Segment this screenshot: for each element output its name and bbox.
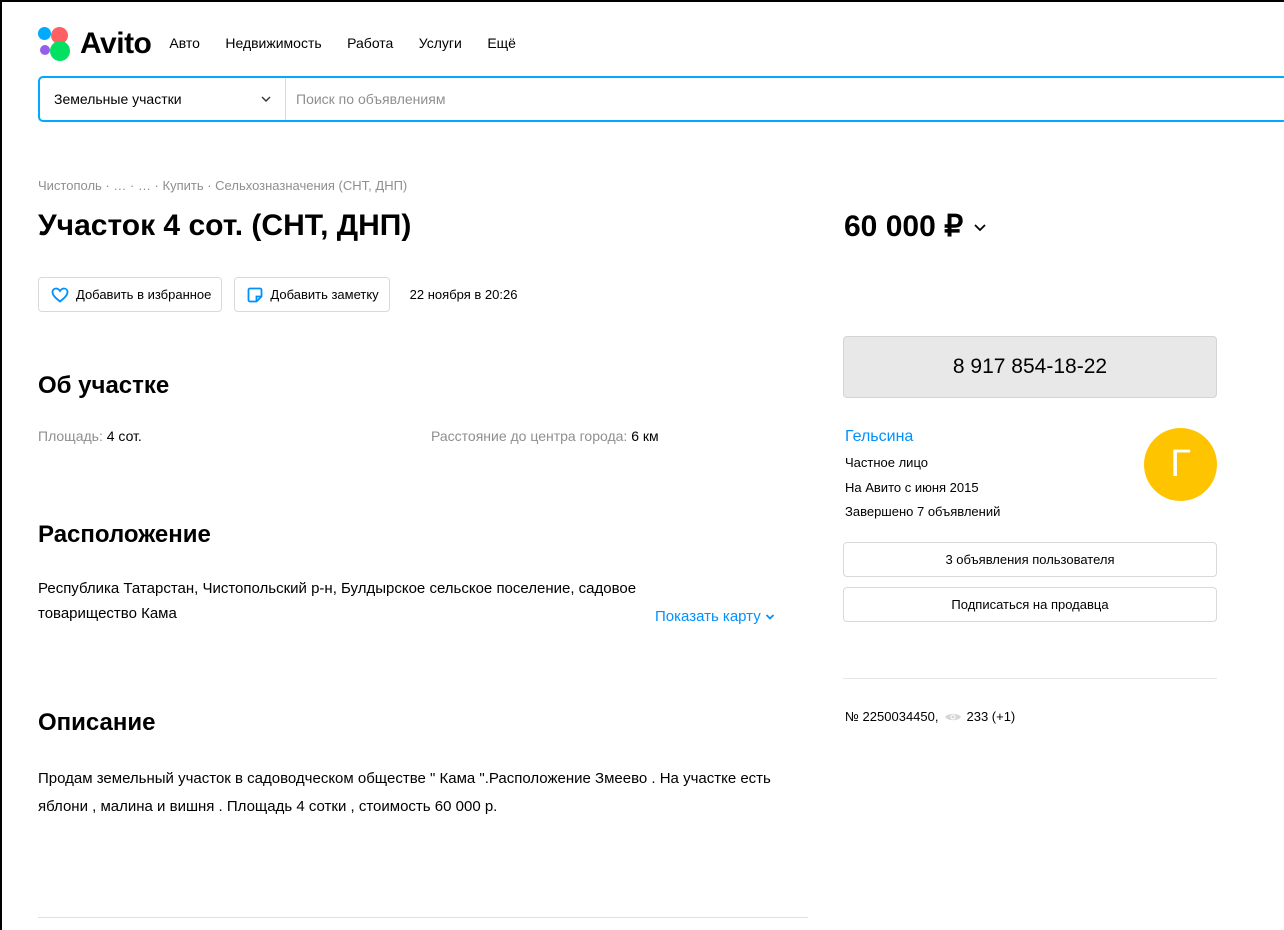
add-to-favorites-label: Добавить в избранное <box>76 287 212 302</box>
show-map-label: Показать карту <box>655 608 761 625</box>
divider <box>38 917 808 918</box>
window-border-top <box>0 0 1284 2</box>
param-distance-value: 6 км <box>631 428 659 444</box>
seller-avatar[interactable]: Г <box>1144 428 1217 501</box>
listing-actions: Добавить в избранное Добавить заметку 22… <box>38 277 517 312</box>
chevron-down-icon <box>261 96 271 102</box>
price-value: 60 000 ₽ <box>844 210 964 243</box>
seller-type: Частное лицо <box>845 455 928 470</box>
description-text: Продам земельный участок в садоводческом… <box>38 770 771 815</box>
param-distance-label: Расстояние до центра города: <box>431 428 628 444</box>
section-heading-description: Описание <box>38 709 156 736</box>
seller-name-link[interactable]: Гельсина <box>845 428 913 446</box>
logo-text: Avito <box>80 27 152 60</box>
nav-item-services[interactable]: Услуги <box>419 35 462 51</box>
show-phone-button[interactable]: 8 917 854-18-22 <box>843 336 1217 398</box>
seller-since: На Авито с июня 2015 <box>845 480 979 495</box>
chevron-down-icon <box>765 613 774 620</box>
category-select[interactable]: Земельные участки <box>40 78 286 120</box>
ad-number: № 2250034450, <box>845 709 939 724</box>
nav-item-more[interactable]: Ещё <box>487 35 516 51</box>
note-icon <box>247 287 263 302</box>
price[interactable]: 60 000 ₽ <box>844 209 987 244</box>
breadcrumb-item-collapsed[interactable]: … <box>113 178 126 193</box>
param-area: Площадь: 4 сот. <box>38 428 142 444</box>
breadcrumb-item-category[interactable]: Сельхозназначения (СНТ, ДНП) <box>215 178 407 193</box>
listing-meta: № 2250034450, 233 (+1) <box>845 709 1015 724</box>
divider <box>843 678 1217 679</box>
show-map-link[interactable]: Показать карту <box>655 608 775 625</box>
nav-item-realty[interactable]: Недвижимость <box>225 35 321 51</box>
window-border-left <box>0 0 2 930</box>
avito-logo[interactable]: Avito <box>38 27 152 61</box>
section-heading-location: Расположение <box>38 521 211 548</box>
param-area-label: Площадь: <box>38 428 103 444</box>
subscribe-seller-button[interactable]: Подписаться на продавца <box>843 587 1217 622</box>
seller-listings-button[interactable]: 3 объявления пользователя <box>843 542 1217 577</box>
search-input[interactable] <box>286 78 1284 120</box>
page-title: Участок 4 сот. (СНТ, ДНП) <box>38 209 412 242</box>
address-text: Республика Татарстан, Чистопольский р-н,… <box>38 580 637 622</box>
category-select-value: Земельные участки <box>54 91 182 107</box>
breadcrumb-item-buy[interactable]: Купить <box>163 178 204 193</box>
publish-date: 22 ноября в 20:26 <box>409 287 518 302</box>
breadcrumb: Чистополь · … · … · Купить · Сельхозназн… <box>38 178 408 193</box>
param-area-value: 4 сот. <box>106 428 142 444</box>
nav-item-jobs[interactable]: Работа <box>347 35 393 51</box>
eye-icon <box>945 713 962 720</box>
main-nav: Авто Недвижимость Работа Услуги Ещё <box>169 35 537 53</box>
search-bar: Земельные участки <box>38 76 1284 122</box>
heart-icon <box>51 287 69 303</box>
site-header: Avito Авто Недвижимость Работа Услуги Ещ… <box>38 26 537 62</box>
add-to-favorites-button[interactable]: Добавить в избранное <box>38 277 223 312</box>
nav-item-auto[interactable]: Авто <box>169 35 200 51</box>
section-heading-about: Об участке <box>38 372 170 399</box>
breadcrumb-item-city[interactable]: Чистополь <box>38 178 102 193</box>
add-note-label: Добавить заметку <box>270 287 379 302</box>
avito-logo-icon <box>38 27 72 61</box>
seller-completed: Завершено 7 объявлений <box>845 504 1001 519</box>
chevron-down-icon <box>974 223 986 231</box>
param-distance: Расстояние до центра города: 6 км <box>431 428 659 444</box>
view-count: 233 (+1) <box>966 709 1016 724</box>
breadcrumb-item-collapsed[interactable]: … <box>138 178 151 193</box>
add-note-button[interactable]: Добавить заметку <box>234 277 390 312</box>
